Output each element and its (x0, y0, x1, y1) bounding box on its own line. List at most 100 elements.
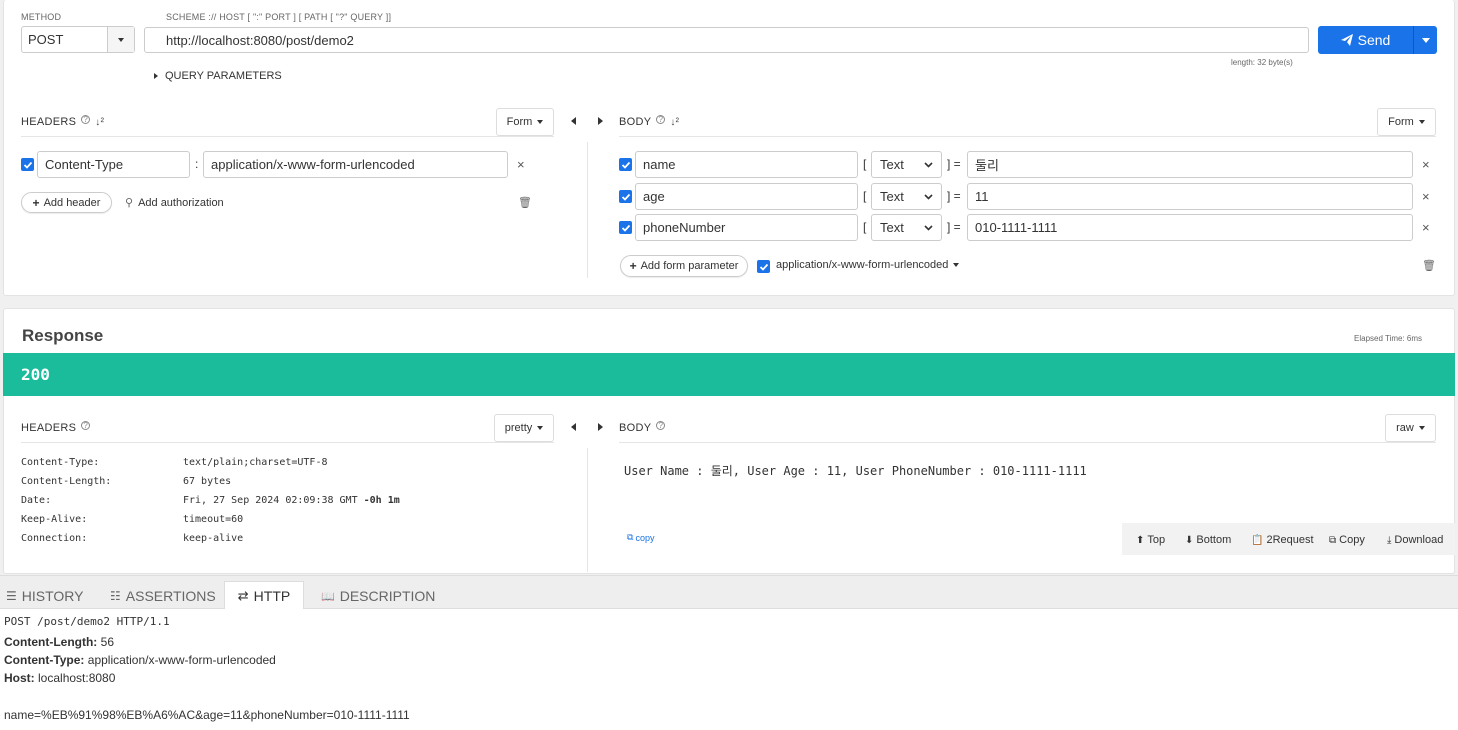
resp-body-text: User Name : 둘리, User Age : 11, User Phon… (624, 464, 1087, 478)
close-icon[interactable]: × (1422, 220, 1430, 235)
add-form-parameter-button[interactable]: + Add form parameter (620, 255, 748, 277)
chevron-down-icon (924, 161, 933, 168)
resp-header-row: Content-Type: text/plain;charset=UTF-8 (21, 457, 328, 468)
req-header-value-input[interactable]: application/x-www-form-urlencoded (203, 151, 508, 178)
download-button[interactable]: ⤓ Download (1387, 534, 1443, 546)
method-select[interactable]: POST (21, 26, 135, 53)
resp-header-row: Keep-Alive: timeout=60 (21, 514, 244, 525)
resp-body-title: BODY ? (619, 420, 666, 434)
list-icon: ☰ (6, 589, 17, 603)
key-icon: ⚲ (125, 197, 134, 209)
help-icon: ? (656, 420, 666, 430)
resp-header-row: Connection: keep-alive (21, 533, 244, 544)
trash-icon[interactable]: 🗑 (518, 196, 532, 209)
copy-button[interactable]: ⧉ Copy (1329, 534, 1365, 546)
close-icon[interactable]: × (1422, 157, 1430, 172)
resp-header-row: Date: Fri, 27 Sep 2024 02:09:38 GMT -0h 1… (21, 495, 400, 506)
sort-icon[interactable]: ↓² (670, 117, 679, 128)
caret-right-icon (154, 73, 158, 79)
content-type-dropdown[interactable]: application/x-www-form-urlencoded (776, 259, 960, 271)
to-request-button[interactable]: 📋 2Request (1251, 534, 1314, 546)
body-param-checkbox[interactable] (619, 158, 632, 171)
body-param-name-input[interactable]: phoneNumber (635, 214, 858, 241)
add-header-button[interactable]: + Add header (21, 192, 112, 213)
query-params-toggle[interactable]: QUERY PARAMETERS (154, 70, 282, 82)
response-title: Response (22, 326, 104, 345)
body-param-value-input[interactable]: 010-1111-1111 (967, 214, 1413, 241)
swap-icon: ⇄ (237, 588, 249, 603)
collapse-left-icon[interactable] (571, 423, 576, 431)
status-bar: 200 (3, 353, 1455, 396)
bracket-equals: ] = (947, 157, 961, 171)
chevron-down-icon (924, 224, 933, 231)
body-param-type-select[interactable]: Text (871, 183, 942, 210)
resp-body-mode-button[interactable]: raw (1385, 414, 1436, 442)
body-param-type-select[interactable]: Text (871, 151, 942, 178)
bracket-equals: ] = (947, 220, 961, 234)
bottom-button[interactable]: ⬇ Bottom (1185, 534, 1231, 546)
arrow-down-circle-icon: ⬇ (1185, 534, 1194, 546)
tab-assertions[interactable]: ☷ ASSERTIONS (104, 582, 222, 610)
req-header-checkbox[interactable] (21, 158, 34, 171)
checklist-icon: ☷ (110, 589, 121, 603)
bracket-open: [ (863, 157, 867, 171)
resp-headers-title: HEADERS ? (21, 420, 91, 434)
req-header-name-input[interactable]: Content-Type (37, 151, 190, 178)
collapse-left-icon[interactable] (571, 117, 576, 125)
http-body-line: name=%EB%91%98%EB%A6%AC&age=11&phoneNumb… (4, 708, 410, 722)
req-body-title: BODY ? ↓² (619, 114, 680, 128)
req-headers-mode-button[interactable]: Form (496, 108, 554, 136)
sort-icon[interactable]: ↓² (95, 117, 104, 128)
url-input[interactable]: http://localhost:8080/post/demo2 (144, 27, 1309, 53)
divider (619, 442, 1436, 443)
body-param-name-input[interactable]: age (635, 183, 858, 210)
req-body-mode-button[interactable]: Form (1377, 108, 1436, 136)
body-param-type-select[interactable]: Text (871, 214, 942, 241)
collapse-right-icon[interactable] (598, 423, 603, 431)
close-icon[interactable]: × (517, 157, 525, 172)
body-param-checkbox[interactable] (619, 190, 632, 203)
plus-icon: + (629, 259, 637, 273)
bracket-open: [ (863, 220, 867, 234)
send-options-icon[interactable] (1414, 37, 1437, 43)
send-label: Send (1357, 32, 1391, 48)
download-icon: ⤓ (1387, 534, 1392, 546)
method-label: METHOD (21, 12, 62, 22)
http-header-line: Content-Type: application/x-www-form-url… (4, 653, 276, 667)
resp-headers-mode-button[interactable]: pretty (494, 414, 554, 442)
divider (21, 136, 554, 137)
vertical-splitter[interactable] (587, 448, 588, 572)
book-icon: 📖 (321, 590, 335, 603)
paper-plane-icon (1340, 34, 1353, 46)
elapsed-time: Elapsed Time: 6ms (1354, 334, 1423, 343)
help-icon: ? (81, 420, 91, 430)
req-headers-title: HEADERS ? ↓² (21, 114, 105, 128)
bracket-open: [ (863, 189, 867, 203)
collapse-right-icon[interactable] (598, 117, 603, 125)
http-header-line: Content-Length: 56 (4, 635, 115, 649)
tab-history[interactable]: ☰ HISTORY (0, 582, 90, 610)
colon-separator: : (195, 157, 199, 171)
body-param-value-input[interactable]: 둘리 (967, 151, 1413, 178)
body-param-value-input[interactable]: 11 (967, 183, 1413, 210)
top-button[interactable]: ⬆ Top (1136, 534, 1165, 546)
content-type-checkbox[interactable] (757, 260, 770, 273)
tab-http[interactable]: ⇄ HTTP (224, 581, 304, 610)
vertical-splitter[interactable] (587, 142, 588, 278)
status-code: 200 (21, 365, 50, 384)
close-icon[interactable]: × (1422, 189, 1430, 204)
url-label: SCHEME :// HOST [ ":" PORT ] [ PATH [ "?… (166, 12, 392, 22)
trash-icon[interactable]: 🗑 (1422, 259, 1436, 272)
bracket-equals: ] = (947, 189, 961, 203)
body-param-checkbox[interactable] (619, 221, 632, 234)
method-value: POST (22, 27, 108, 52)
tab-description[interactable]: 📖 DESCRIPTION (315, 582, 441, 610)
send-button[interactable]: Send (1318, 26, 1437, 54)
http-header-line: Host: localhost:8080 (4, 671, 116, 685)
copy-link[interactable]: ⧉ copy (627, 532, 654, 543)
divider (21, 442, 554, 443)
chevron-down-icon (924, 193, 933, 200)
body-param-name-input[interactable]: name (635, 151, 858, 178)
add-authorization-link[interactable]: ⚲ Add authorization (125, 196, 224, 210)
query-params-label: QUERY PARAMETERS (165, 70, 282, 82)
